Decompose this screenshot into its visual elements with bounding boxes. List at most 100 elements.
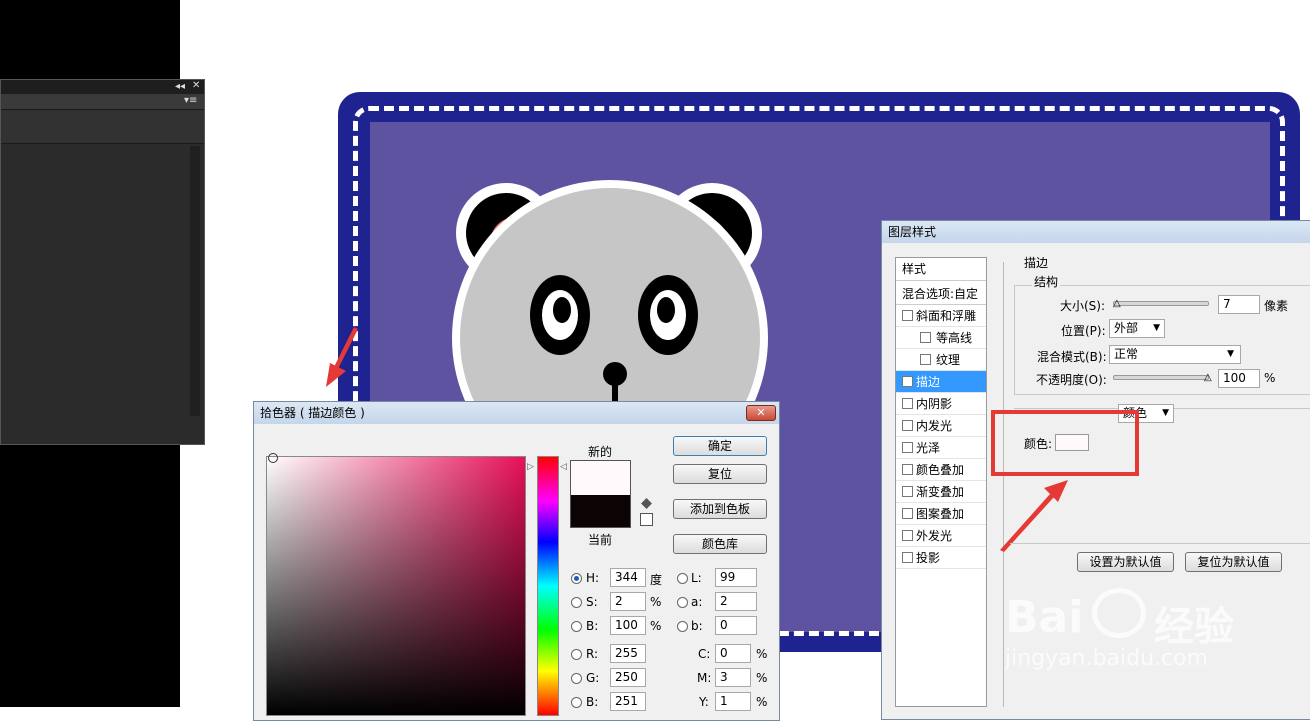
highlight-box xyxy=(991,410,1139,476)
rgb-b-radio[interactable] xyxy=(571,697,582,708)
size-slider[interactable] xyxy=(1113,301,1209,306)
picker-title: 拾色器 ( 描边颜色 ) xyxy=(260,406,365,420)
style-item[interactable]: 斜面和浮雕 xyxy=(896,305,986,327)
style-checkbox[interactable] xyxy=(902,552,913,563)
web-safe-icon[interactable] xyxy=(640,513,653,526)
lab-b-label: b: xyxy=(691,619,703,633)
color-cursor[interactable] xyxy=(268,453,278,463)
s-input[interactable]: 2 xyxy=(610,592,646,611)
panel-scrollbar[interactable] xyxy=(190,146,200,416)
picker-titlebar: 拾色器 ( 描边颜色 ) xyxy=(254,402,779,424)
a-radio[interactable] xyxy=(677,597,688,608)
style-item[interactable]: 内阴影 xyxy=(896,393,986,415)
l-radio[interactable] xyxy=(677,573,688,584)
s-radio[interactable] xyxy=(571,597,582,608)
style-item[interactable]: 投影 xyxy=(896,547,986,569)
opacity-slider-thumb-icon[interactable]: △ xyxy=(1204,372,1212,383)
size-unit: 像素 xyxy=(1264,299,1289,313)
opacity-slider[interactable] xyxy=(1113,375,1209,380)
current-label: 当前 xyxy=(588,533,613,547)
style-checkbox[interactable] xyxy=(902,486,913,497)
g-input[interactable]: 250 xyxy=(610,668,646,687)
picker-close-button[interactable]: ✕ xyxy=(746,405,776,421)
collapse-icon[interactable]: ◂◂ xyxy=(175,81,185,92)
hue-slider[interactable] xyxy=(537,456,559,716)
style-item[interactable]: 颜色叠加 xyxy=(896,459,986,481)
blend-mode-select[interactable]: 正常 ▼ xyxy=(1109,345,1241,364)
rgb-b-input[interactable]: 251 xyxy=(610,692,646,711)
reset-default-button[interactable]: 复位为默认值 xyxy=(1185,552,1282,572)
style-item-label: 图案叠加 xyxy=(916,507,965,521)
b-radio[interactable] xyxy=(571,621,582,632)
color-libraries-button[interactable]: 颜色库 xyxy=(673,534,767,554)
style-item[interactable]: ✓ 描边 xyxy=(896,371,986,393)
style-checkbox[interactable] xyxy=(902,310,913,321)
s-label: S: xyxy=(586,595,598,609)
close-icon[interactable]: ✕ xyxy=(192,80,200,91)
h-input[interactable]: 344 xyxy=(610,568,646,587)
style-checkbox[interactable] xyxy=(902,508,913,519)
stroke-group-title: 描边 xyxy=(1022,254,1051,271)
styles-header[interactable]: 样式 xyxy=(902,260,926,277)
position-select[interactable]: 外部 ▼ xyxy=(1109,319,1165,338)
style-item-label: 颜色叠加 xyxy=(916,463,965,477)
size-slider-thumb-icon[interactable]: △ xyxy=(1113,298,1121,309)
r-input[interactable]: 255 xyxy=(610,644,646,663)
style-item[interactable]: 等高线 xyxy=(896,327,986,349)
chevron-down-icon: ▼ xyxy=(1162,408,1169,418)
style-checkbox[interactable] xyxy=(902,442,913,453)
size-input[interactable]: 7 xyxy=(1218,295,1260,314)
style-checkbox[interactable] xyxy=(920,354,931,365)
panel-menu-icon[interactable]: ▾≡ xyxy=(184,95,197,106)
blend-mode-value: 正常 xyxy=(1114,347,1139,361)
c-input[interactable]: 0 xyxy=(715,644,751,663)
annotation-arrow xyxy=(1000,480,1068,552)
lab-b-input[interactable]: 0 xyxy=(715,616,757,635)
defaults-divider xyxy=(1010,543,1310,544)
baidu-paw-icon xyxy=(1092,588,1146,638)
opacity-input[interactable]: 100 xyxy=(1218,369,1260,388)
saturation-brightness-field[interactable] xyxy=(266,456,526,716)
b-label: B: xyxy=(586,619,599,633)
lab-b-radio[interactable] xyxy=(677,621,688,632)
style-checkbox[interactable] xyxy=(902,530,913,541)
a-input[interactable]: 2 xyxy=(715,592,757,611)
b-input[interactable]: 100 xyxy=(610,616,646,635)
m-label: M: xyxy=(697,671,712,685)
style-item-label: 渐变叠加 xyxy=(916,485,965,499)
opacity-label: 不透明度(O): xyxy=(1036,373,1107,387)
g-radio[interactable] xyxy=(571,673,582,684)
color-preview xyxy=(570,460,631,528)
r-radio[interactable] xyxy=(571,649,582,660)
l-label: L: xyxy=(691,571,702,585)
style-checkbox[interactable] xyxy=(902,420,913,431)
style-item-label: 光泽 xyxy=(916,441,941,455)
add-to-swatches-button[interactable]: 添加到色板 xyxy=(673,499,767,519)
style-item[interactable]: 纹理 xyxy=(896,349,986,371)
position-label: 位置(P): xyxy=(1061,324,1106,338)
b-unit: % xyxy=(650,619,662,633)
style-item[interactable]: 图案叠加 xyxy=(896,503,986,525)
style-checkbox[interactable]: ✓ xyxy=(902,376,913,387)
y-input[interactable]: 1 xyxy=(715,692,751,711)
m-input[interactable]: 3 xyxy=(715,668,751,687)
style-checkbox[interactable] xyxy=(902,464,913,475)
style-item[interactable]: 渐变叠加 xyxy=(896,481,986,503)
l-input[interactable]: 99 xyxy=(715,568,757,587)
style-item[interactable]: 外发光 xyxy=(896,525,986,547)
h-unit: 度 xyxy=(650,573,663,587)
style-item-label: 外发光 xyxy=(916,529,953,543)
h-radio[interactable] xyxy=(571,573,582,584)
ok-button[interactable]: 确定 xyxy=(673,436,767,456)
current-color-swatch[interactable] xyxy=(571,495,630,527)
blend-options-item[interactable]: 混合选项:自定 xyxy=(902,285,978,302)
watermark-brand: Bai xyxy=(1005,592,1084,643)
style-checkbox[interactable] xyxy=(902,398,913,409)
style-checkbox[interactable] xyxy=(920,332,931,343)
hue-right-marker-icon[interactable]: ◁ xyxy=(560,462,567,472)
hue-left-marker-icon[interactable]: ▷ xyxy=(527,462,534,472)
set-default-button[interactable]: 设置为默认值 xyxy=(1077,552,1174,572)
style-item[interactable]: 内发光 xyxy=(896,415,986,437)
reset-button[interactable]: 复位 xyxy=(673,464,767,484)
style-item[interactable]: 光泽 xyxy=(896,437,986,459)
